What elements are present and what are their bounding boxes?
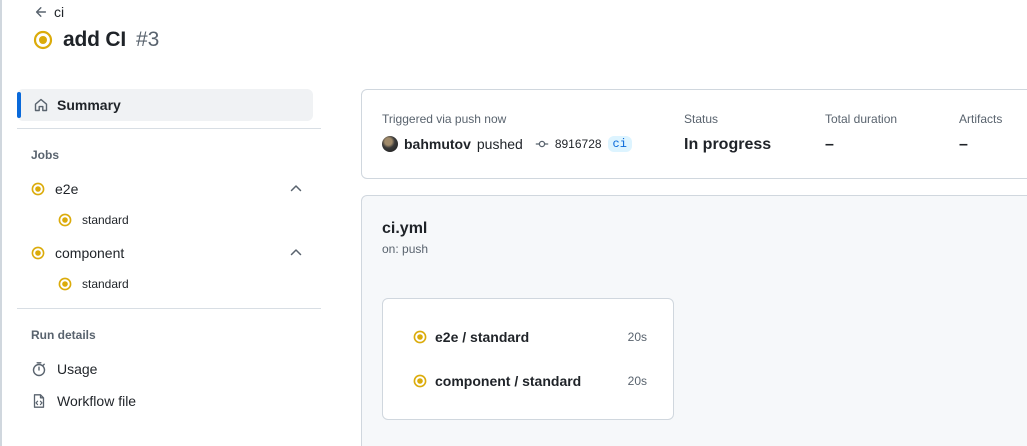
jobs-heading: Jobs [31, 148, 60, 162]
artifacts-label: Artifacts [959, 112, 1003, 126]
workflow-file-name: ci.yml [382, 220, 428, 237]
back-link-label: ci [54, 4, 65, 20]
job-label: standard [82, 213, 129, 227]
git-commit-icon [535, 140, 549, 148]
sidebar-divider [17, 308, 321, 309]
in-progress-icon [31, 246, 45, 260]
sidebar-item-label: Usage [57, 361, 98, 377]
back-link[interactable]: ci [34, 4, 64, 20]
in-progress-icon [413, 330, 427, 344]
workflow-trigger: on: push [382, 242, 429, 256]
home-icon [34, 98, 48, 112]
trigger-label: Triggered via push now [382, 112, 507, 126]
artifacts-value: – [959, 136, 968, 153]
sidebar-item-summary[interactable]: Summary [17, 89, 313, 121]
chevron-up-icon[interactable] [289, 181, 303, 195]
in-progress-icon [58, 277, 72, 291]
chevron-up-icon[interactable] [289, 245, 303, 259]
file-code-icon [33, 394, 45, 408]
page-title: add CI #3 [33, 28, 159, 52]
sidebar-item-workflow-file[interactable]: Workflow file [31, 393, 136, 409]
sidebar-item-label: Summary [57, 97, 121, 113]
actor-link[interactable]: bahmutov [404, 136, 471, 152]
job-label: component [55, 245, 125, 261]
duration-value: – [825, 136, 834, 153]
run-details-heading: Run details [31, 328, 96, 342]
job-label: standard [82, 277, 129, 291]
avatar[interactable] [382, 136, 398, 152]
run-number: #3 [135, 28, 160, 51]
sidebar-divider [17, 128, 321, 129]
job-duration: 20s [627, 374, 647, 388]
status-value: In progress [684, 136, 772, 153]
branch-badge[interactable]: ci [607, 136, 632, 152]
sidebar-item-label: Workflow file [57, 393, 137, 409]
run-title: add CI [63, 28, 126, 51]
sidebar-job-component-standard[interactable]: standard [58, 277, 129, 291]
sidebar-job-e2e[interactable]: e2e [31, 181, 78, 197]
job-group-card: e2e / standard 20s component / standard … [382, 298, 674, 420]
active-indicator [17, 92, 21, 118]
in-progress-icon [31, 182, 45, 196]
run-summary-card: Triggered via push now bahmutov pushed 8… [361, 89, 1027, 179]
graph-job-e2e-standard[interactable]: e2e / standard 20s [413, 329, 647, 345]
window-left-border [0, 0, 2, 446]
in-progress-icon [58, 213, 72, 227]
trigger-action: pushed [476, 136, 523, 152]
stopwatch-icon [32, 362, 46, 377]
trigger-details: bahmutov pushed 8916728 ci [382, 136, 632, 152]
sidebar-item-usage[interactable]: Usage [31, 361, 97, 377]
in-progress-icon [413, 374, 427, 388]
graph-job-component-standard[interactable]: component / standard 20s [413, 373, 647, 389]
sidebar-job-e2e-standard[interactable]: standard [58, 213, 129, 227]
job-name: component / standard [435, 373, 582, 389]
job-label: e2e [55, 181, 79, 197]
job-duration: 20s [627, 330, 647, 344]
workflow-graph: ci.yml on: push e2e / standard 20s compo… [361, 195, 1027, 446]
in-progress-icon [33, 30, 53, 50]
duration-label: Total duration [825, 112, 898, 126]
status-label: Status [684, 112, 719, 126]
commit-sha-link[interactable]: 8916728 [555, 137, 602, 151]
job-name: e2e / standard [435, 329, 530, 345]
sidebar-job-component[interactable]: component [31, 245, 124, 261]
arrow-left-icon [35, 7, 47, 17]
